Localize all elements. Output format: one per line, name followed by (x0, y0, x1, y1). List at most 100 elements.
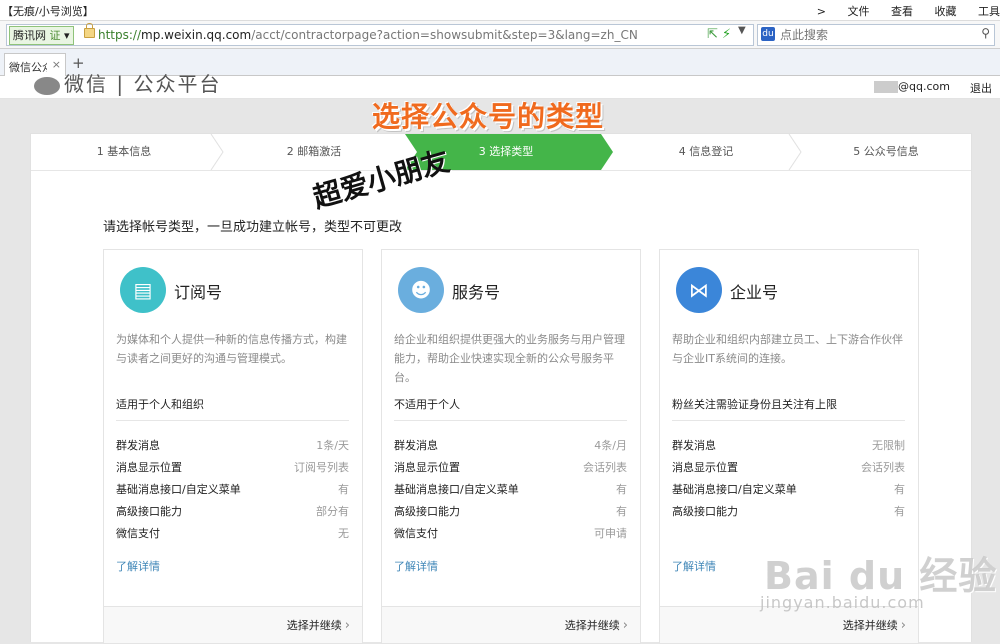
step-select-type: 3 选择类型 (478, 145, 534, 158)
card-subscription: ▤ 订阅号 为媒体和个人提供一种新的信息传播方式，构建与读者之间更好的沟通与管理… (103, 249, 363, 644)
card-service: ☻ 服务号 给企业和组织提供更强大的业务服务与用户管理能力，帮助企业快速实现全新… (381, 249, 641, 644)
address-bar[interactable]: 腾讯网 证 ▾ https://mp.weixin.qq.com/acct/co… (6, 23, 754, 46)
menu-collapse[interactable]: > (817, 5, 826, 18)
address-toolbar: 腾讯网 证 ▾ https://mp.weixin.qq.com/acct/co… (0, 21, 1000, 49)
feature-key: 基础消息接口/自定义菜单 (672, 483, 797, 496)
search-box[interactable]: du ⚲ (757, 24, 995, 46)
url-path: /acct/contractorpage?action=showsubmit&s… (251, 28, 638, 42)
feature-key: 群发消息 (672, 439, 716, 452)
browser-menu-bar: > 文件 查看 收藏 工具 (799, 3, 1000, 19)
chevron-right-icon: › (622, 618, 628, 633)
chevron-down-icon[interactable]: ▼ (738, 25, 746, 36)
blurred-account (874, 81, 898, 93)
feature-key: 高级接口能力 (394, 505, 460, 518)
menu-view[interactable]: 查看 (891, 5, 913, 18)
feature-value: 有 (616, 505, 627, 518)
speed-icon[interactable]: ⚡ (722, 27, 731, 42)
card-title: 服务号 (452, 283, 501, 302)
feature-row: 高级接口能力 有 (394, 504, 627, 526)
feature-key: 消息显示位置 (672, 461, 738, 474)
menu-favorites[interactable]: 收藏 (935, 5, 957, 18)
feature-value: 有 (616, 483, 627, 496)
learn-more-link[interactable]: 了解详情 (116, 558, 160, 574)
feature-list: 群发消息 4条/月 消息显示位置 会话列表 基础消息接口/自定义菜单有 高级接口能力… (394, 438, 627, 548)
card-title: 订阅号 (174, 283, 223, 302)
feature-row: 消息显示位置 会话列表 (394, 460, 627, 482)
baidu-jingyan-watermark: Bai du 经验 jingyan.baidu.com (760, 535, 1000, 635)
feature-value: 1条/天 (316, 439, 349, 452)
weixin-logo-icon (34, 76, 60, 95)
feature-row: 消息显示位置 订阅号列表 (116, 460, 349, 482)
watermark-site: jingyan.baidu.com (760, 593, 925, 612)
feature-value: 有 (338, 483, 349, 496)
logout-link[interactable]: 退出 (970, 80, 992, 96)
step-account-info: 5 公众号信息 (853, 145, 919, 158)
feature-value: 会话列表 (861, 461, 905, 474)
feature-row: 群发消息 1条/天 (116, 438, 349, 460)
weixin-logo[interactable]: 微信 | 公众平台 (34, 68, 221, 97)
feature-row: 高级接口能力 有 (672, 504, 905, 526)
feature-value: 无限制 (872, 439, 905, 452)
account-label: @qq.com (898, 80, 950, 93)
card-title: 企业号 (730, 283, 779, 302)
feature-key: 群发消息 (116, 439, 160, 452)
divider (672, 420, 905, 421)
select-service-button[interactable]: 选择并继续 › (565, 617, 628, 633)
feature-value: 有 (894, 505, 905, 518)
card-footer: 选择并继续 › (104, 606, 362, 643)
url-host: mp.weixin.qq.com (141, 28, 252, 42)
site-identity-badge[interactable]: 腾讯网 证 ▾ (9, 26, 74, 45)
step-basic-info: 1 基本信息 (96, 145, 152, 158)
feature-row: 群发消息 4条/月 (394, 438, 627, 460)
search-icon[interactable]: ⚲ (981, 26, 990, 40)
card-description: 为媒体和个人提供一种新的信息传播方式，构建与读者之间更好的沟通与管理模式。 (116, 333, 347, 365)
learn-more-link[interactable]: 了解详情 (672, 558, 716, 574)
menu-tools[interactable]: 工具 (978, 5, 1000, 18)
feature-value: 4条/月 (594, 439, 627, 452)
feature-row: 基础消息接口/自定义菜单 有 (394, 482, 627, 504)
feature-row: 高级接口能力 部分有 (116, 504, 349, 526)
card-footer: 选择并继续 › (382, 606, 640, 643)
step-info-registration: 4 信息登记 (678, 145, 734, 158)
overlay-headline: 选择公众号的类型 (372, 100, 605, 133)
feature-value: 无 (338, 527, 349, 540)
url-scheme: https:// (98, 28, 142, 42)
feature-value: 可申请 (594, 527, 627, 540)
divider (394, 420, 627, 421)
search-input[interactable] (778, 26, 972, 44)
feature-row: 微信支付 无 (116, 526, 349, 548)
service-icon: ☻ (398, 267, 444, 313)
lock-icon (84, 23, 95, 38)
watermark-brand: Bai du 经验 (764, 554, 998, 598)
browser-titlebar: 【无痕/小号浏览】 > 文件 查看 收藏 工具 (0, 0, 1000, 21)
window-title: 【无痕/小号浏览】 (2, 5, 94, 18)
feature-key: 微信支付 (116, 527, 160, 540)
feature-key: 消息显示位置 (394, 461, 460, 474)
feature-row: 基础消息接口/自定义菜单 有 (672, 482, 905, 504)
logo-text: 微信 | 公众平台 (64, 72, 222, 96)
select-subscription-button[interactable]: 选择并继续 › (287, 617, 350, 633)
feature-value: 订阅号列表 (294, 461, 349, 474)
learn-more-link[interactable]: 了解详情 (394, 558, 438, 574)
chevron-right-icon: › (344, 618, 350, 633)
card-description: 给企业和组织提供更强大的业务服务与用户管理能力，帮助企业快速实现全新的公众号服务… (394, 333, 625, 384)
baidu-paw-icon[interactable]: du (761, 27, 775, 41)
card-audience: 粉丝关注需验证身份且关注有上限 (672, 398, 837, 411)
feature-value: 有 (894, 483, 905, 496)
divider (116, 420, 349, 421)
feature-key: 基础消息接口/自定义菜单 (394, 483, 519, 496)
site-tag: 腾讯网 (13, 29, 46, 42)
feature-list: 群发消息 无限制 消息显示位置 会话列表 基础消息接口/自定义菜单有 高级接口能力有 (672, 438, 905, 526)
card-audience: 适用于个人和组织 (116, 398, 204, 411)
feature-row: 群发消息 无限制 (672, 438, 905, 460)
feature-row: 消息显示位置 会话列表 (672, 460, 905, 482)
certificate-icon: 证 (49, 29, 61, 42)
account-email[interactable]: @qq.com (874, 80, 950, 93)
card-audience: 不适用于个人 (394, 398, 460, 411)
feature-value: 部分有 (316, 505, 349, 518)
button-label: 选择并继续 (564, 619, 620, 632)
share-icon[interactable]: ⇱ ⚡ (707, 27, 731, 42)
step-progress: 1 基本信息 2 邮箱激活 3 选择类型 4 信息登记 5 公众号信息 (31, 134, 971, 171)
menu-file[interactable]: 文件 (848, 5, 870, 18)
url-text[interactable]: https://mp.weixin.qq.com/acct/contractor… (98, 28, 638, 42)
